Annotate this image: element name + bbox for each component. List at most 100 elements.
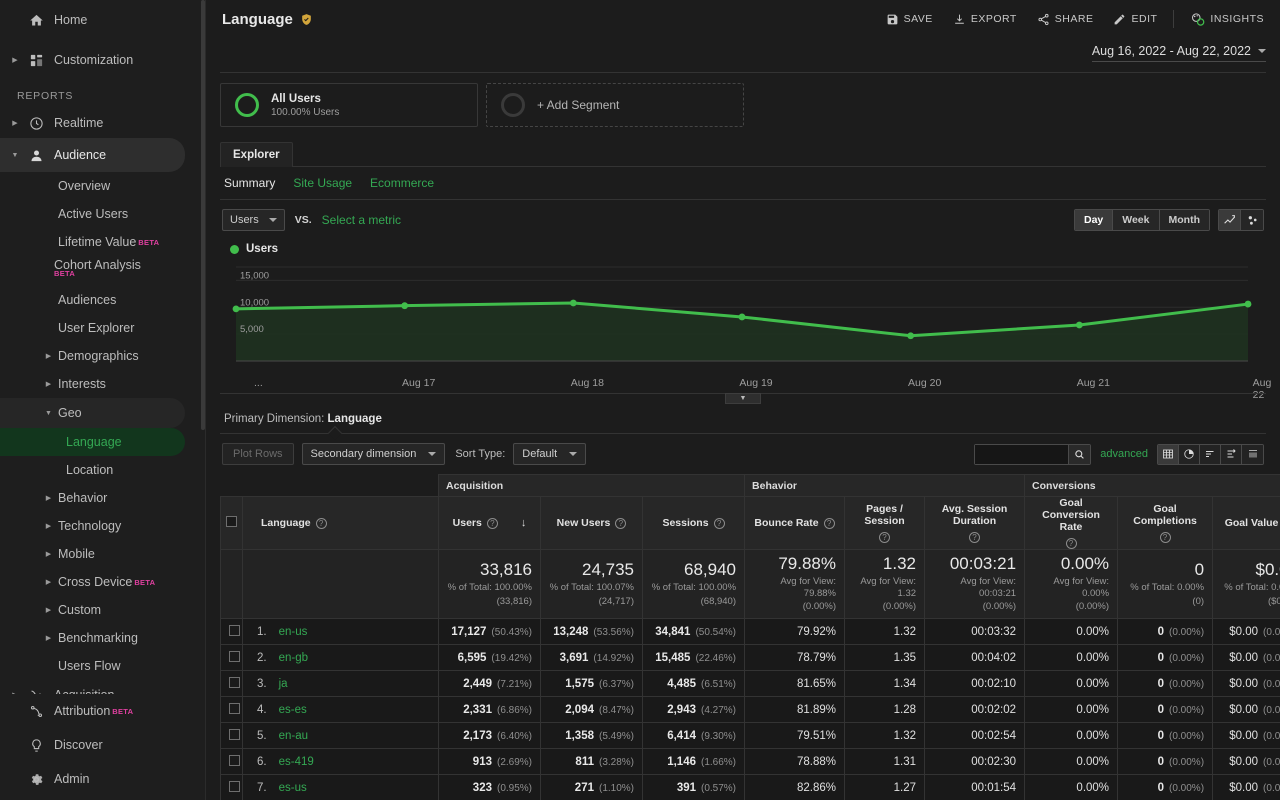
- row-language-link[interactable]: en-us: [279, 626, 308, 638]
- sidebar-item-acquisition[interactable]: ▶ Acquisition: [0, 680, 205, 694]
- sidebar-item-technology[interactable]: ▶ Technology: [0, 512, 205, 540]
- sidebar-item-active-users[interactable]: Active Users: [0, 200, 205, 228]
- column-header-language[interactable]: Language?: [242, 496, 439, 550]
- pie-chart-view-icon[interactable]: [1179, 444, 1200, 464]
- search-icon[interactable]: [1068, 444, 1091, 464]
- segment-all-users[interactable]: All Users 100.00% Users: [220, 83, 478, 127]
- sidebar-item-audiences[interactable]: Audiences: [0, 286, 205, 314]
- granularity-month[interactable]: Month: [1159, 210, 1209, 230]
- granularity-week[interactable]: Week: [1113, 210, 1160, 230]
- sidebar-item-audience[interactable]: ▼ Audience: [0, 138, 185, 172]
- sidebar-item-user-explorer[interactable]: User Explorer: [0, 314, 205, 342]
- row-language-link[interactable]: es-419: [279, 756, 314, 768]
- search-input[interactable]: [975, 444, 1069, 464]
- table-row[interactable]: 3. ja 2,449 (7.21%) 1,575 (6.37%) 4,485 (6.51%)…: [220, 670, 1280, 698]
- help-icon[interactable]: ?: [969, 532, 981, 543]
- column-header-goal-completions[interactable]: Goal Completions?: [1117, 496, 1214, 550]
- sidebar-item-attribution[interactable]: Attribution BETA: [0, 694, 205, 728]
- column-header-bounce-rate[interactable]: Bounce Rate?: [744, 496, 846, 550]
- advanced-link[interactable]: advanced: [1100, 448, 1148, 460]
- tab-site-usage[interactable]: Site Usage: [293, 176, 352, 190]
- secondary-dimension-select[interactable]: Secondary dimension: [301, 443, 446, 465]
- users-line-chart[interactable]: 5,000 10,000 15,000: [220, 259, 1266, 377]
- tab-explorer[interactable]: Explorer: [220, 142, 293, 167]
- table-row[interactable]: 6. es-419 913 (2.69%) 811 (3.28%) 1,146 (1.66%)…: [220, 748, 1280, 776]
- sidebar-item-customization[interactable]: ▶ Customization: [0, 40, 205, 80]
- row-checkbox[interactable]: [229, 624, 240, 636]
- help-icon[interactable]: ?: [713, 517, 725, 529]
- row-checkbox[interactable]: [229, 650, 240, 662]
- row-language-link[interactable]: ja: [279, 678, 288, 690]
- row-checkbox[interactable]: [229, 754, 240, 766]
- table-row[interactable]: 5. en-au 2,173 (6.40%) 1,358 (5.49%) 6,414 (9.3…: [220, 722, 1280, 750]
- sidebar-item-cohort-analysis[interactable]: Cohort Analysis BETA: [0, 256, 205, 286]
- column-header-users[interactable]: Users? ↓: [438, 496, 541, 550]
- row-language-link[interactable]: es-es: [279, 704, 307, 716]
- help-icon[interactable]: ?: [615, 517, 627, 529]
- export-button[interactable]: EXPORT: [943, 4, 1027, 34]
- sidebar-scrollbar[interactable]: [201, 0, 205, 800]
- row-checkbox[interactable]: [229, 728, 240, 740]
- help-icon[interactable]: ?: [1159, 532, 1171, 543]
- line-chart-icon[interactable]: [1219, 210, 1241, 230]
- metric-select[interactable]: Users: [222, 209, 285, 231]
- column-header-goal-value[interactable]: Goal Value?: [1212, 496, 1280, 550]
- add-segment-button[interactable]: + Add Segment: [486, 83, 744, 127]
- table-row[interactable]: 7. es-us 323 (0.95%) 271 (1.10%) 391 (0.57%) 82.…: [220, 774, 1280, 800]
- granularity-day[interactable]: Day: [1074, 210, 1114, 230]
- chart-resize-handle[interactable]: ▼: [725, 393, 761, 404]
- sidebar-item-cross-device[interactable]: ▶ Cross Device BETA: [0, 568, 205, 596]
- row-language-link[interactable]: en-gb: [279, 652, 308, 664]
- column-header-goal-conversion-rate[interactable]: Goal Conversion Rate?: [1024, 496, 1119, 550]
- sidebar-item-mobile[interactable]: ▶ Mobile: [0, 540, 205, 568]
- sidebar-item-discover[interactable]: Discover: [0, 728, 205, 762]
- sidebar-item-geo[interactable]: ▼ Geo: [0, 398, 185, 428]
- insights-button[interactable]: INSIGHTS: [1180, 4, 1274, 34]
- column-header-sessions[interactable]: Sessions?: [641, 496, 746, 550]
- help-icon[interactable]: ?: [1065, 538, 1077, 549]
- save-button[interactable]: SAVE: [876, 4, 943, 34]
- tab-summary[interactable]: Summary: [224, 176, 275, 190]
- share-button[interactable]: SHARE: [1027, 4, 1104, 34]
- sidebar-scrollbar-thumb[interactable]: [201, 0, 205, 430]
- comparison-view-icon[interactable]: [1221, 444, 1242, 464]
- select-all-checkbox[interactable]: [226, 516, 237, 527]
- sort-descending-icon[interactable]: ↓: [521, 517, 527, 529]
- sidebar-item-custom[interactable]: ▶ Custom: [0, 596, 205, 624]
- sidebar-item-lifetime-value[interactable]: Lifetime Value BETA: [0, 228, 205, 256]
- table-row[interactable]: 4. es-es 2,331 (6.86%) 2,094 (8.47%) 2,943 (4.2…: [220, 696, 1280, 724]
- motion-chart-icon[interactable]: [1241, 210, 1263, 230]
- help-icon[interactable]: ?: [879, 532, 891, 543]
- sidebar-item-overview[interactable]: Overview: [0, 172, 205, 200]
- sidebar-item-interests[interactable]: ▶ Interests: [0, 370, 205, 398]
- help-icon[interactable]: ?: [823, 517, 835, 529]
- row-checkbox[interactable]: [229, 702, 240, 714]
- date-range-picker[interactable]: Aug 16, 2022 - Aug 22, 2022: [1091, 44, 1266, 62]
- bar-chart-view-icon[interactable]: [1200, 444, 1221, 464]
- primary-dimension-value[interactable]: Language: [328, 413, 382, 425]
- sidebar-item-language[interactable]: Language: [0, 428, 185, 456]
- table-row[interactable]: 1. en-us 17,127 (50.43%) 13,248 (53.56%) 34,84…: [220, 618, 1280, 646]
- table-row[interactable]: 2. en-gb 6,595 (19.42%) 3,691 (14.92%) 15,485 (…: [220, 644, 1280, 672]
- row-checkbox[interactable]: [229, 676, 240, 688]
- plot-rows-button[interactable]: Plot Rows: [222, 443, 294, 465]
- column-header-pages-session[interactable]: Pages / Session?: [844, 496, 926, 550]
- sidebar-item-location[interactable]: Location: [0, 456, 205, 484]
- pivot-view-icon[interactable]: [1242, 444, 1263, 464]
- help-icon[interactable]: ?: [486, 517, 498, 529]
- select-a-metric-link[interactable]: Select a metric: [322, 213, 401, 227]
- column-header-new-users[interactable]: New Users?: [540, 496, 643, 550]
- help-icon[interactable]: ?: [315, 517, 327, 529]
- row-checkbox[interactable]: [229, 780, 240, 792]
- sidebar-item-benchmarking[interactable]: ▶ Benchmarking: [0, 624, 205, 652]
- sidebar-item-realtime[interactable]: ▶ Realtime: [0, 108, 205, 138]
- edit-button[interactable]: EDIT: [1103, 4, 1167, 34]
- sidebar-item-behavior-sub[interactable]: ▶ Behavior: [0, 484, 205, 512]
- sidebar-item-home[interactable]: Home: [0, 0, 205, 40]
- sidebar-item-demographics[interactable]: ▶ Demographics: [0, 342, 205, 370]
- column-header-avg-session-duration[interactable]: Avg. Session Duration?: [924, 496, 1026, 550]
- sidebar-item-admin[interactable]: Admin: [0, 762, 205, 796]
- sidebar-item-users-flow[interactable]: Users Flow: [0, 652, 205, 680]
- row-language-link[interactable]: en-au: [279, 730, 308, 742]
- row-language-link[interactable]: es-us: [279, 782, 307, 794]
